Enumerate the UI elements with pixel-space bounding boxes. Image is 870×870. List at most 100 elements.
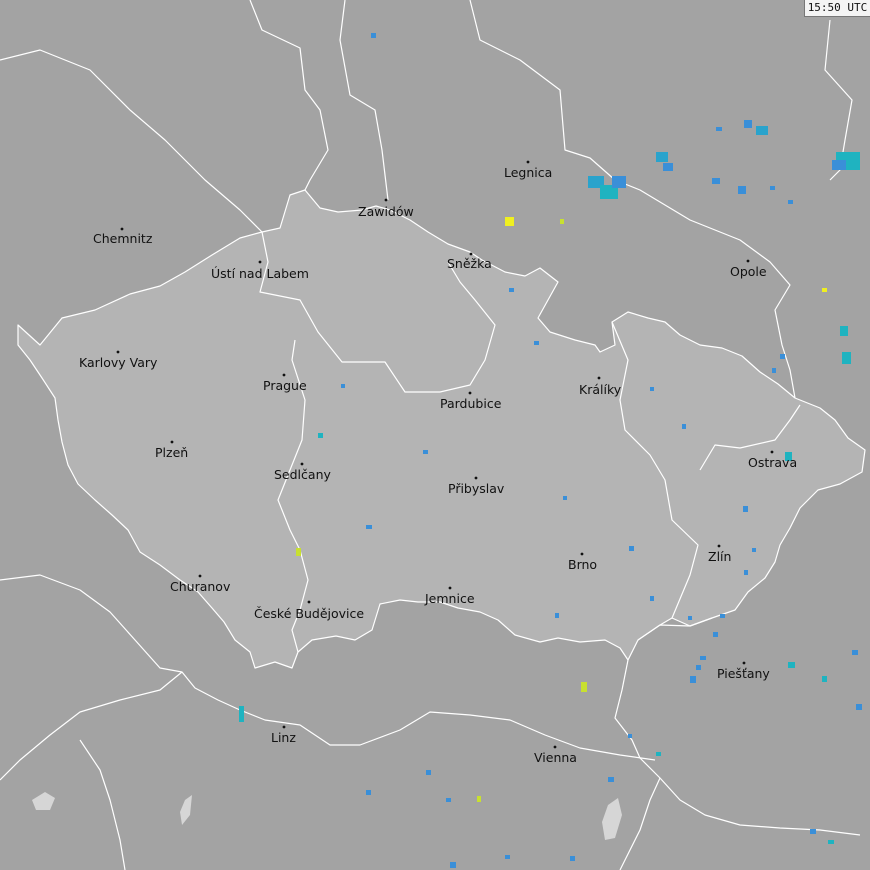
echo bbox=[570, 856, 575, 861]
city-label-piestany: Piešťany bbox=[717, 666, 770, 681]
echo bbox=[366, 525, 372, 529]
echo bbox=[690, 676, 696, 683]
echo bbox=[505, 855, 510, 859]
city-label-pribyslav: Přibyslav bbox=[448, 481, 505, 496]
echo bbox=[446, 798, 451, 802]
city-dot-vienna bbox=[553, 745, 557, 749]
city-dot-brno bbox=[580, 552, 584, 556]
echo bbox=[822, 288, 827, 292]
echo bbox=[318, 433, 323, 438]
echo bbox=[780, 354, 785, 359]
echo bbox=[423, 450, 428, 454]
city-label-churanov: Churanov bbox=[170, 579, 231, 594]
city-label-linz: Linz bbox=[271, 730, 296, 745]
echo bbox=[828, 840, 834, 844]
echo bbox=[628, 734, 632, 738]
city-dot-prague bbox=[282, 373, 286, 377]
city-label-pardubice: Pardubice bbox=[440, 396, 502, 411]
timestamp-label: 15:50 UTC bbox=[804, 0, 870, 17]
echo bbox=[713, 632, 718, 637]
city-label-karlovy-vary: Karlovy Vary bbox=[79, 355, 158, 370]
city-label-snezka: Sněžka bbox=[447, 256, 492, 271]
city-dot-chemnitz bbox=[120, 227, 124, 231]
city-dot-usti bbox=[258, 260, 262, 264]
echo bbox=[663, 163, 673, 171]
echo bbox=[720, 614, 725, 618]
echo bbox=[744, 120, 752, 128]
echo bbox=[700, 656, 706, 660]
echo bbox=[688, 616, 692, 620]
city-label-kraliky: Králíky bbox=[579, 382, 622, 397]
echo bbox=[563, 496, 567, 500]
city-label-prague: Prague bbox=[263, 378, 307, 393]
echo bbox=[840, 326, 848, 336]
echo bbox=[629, 546, 634, 551]
city-label-zawidow: Zawidów bbox=[358, 204, 414, 219]
city-label-ceske-budejovice: České Budějovice bbox=[254, 606, 364, 621]
weather-radar-map: Legnica Chemnitz Zawidów Ústí nad Labem … bbox=[0, 0, 870, 870]
echo bbox=[581, 682, 587, 692]
city-label-jemnice: Jemnice bbox=[424, 591, 475, 606]
echo bbox=[505, 217, 514, 226]
city-dot-opole bbox=[746, 259, 750, 263]
city-label-plzen: Plzeň bbox=[155, 445, 188, 460]
echo bbox=[534, 341, 539, 345]
city-label-vienna: Vienna bbox=[534, 750, 577, 765]
echo bbox=[842, 352, 851, 364]
echo bbox=[650, 387, 654, 391]
city-dot-churanov bbox=[198, 574, 202, 578]
city-label-usti: Ústí nad Labem bbox=[211, 266, 309, 281]
echo bbox=[239, 706, 244, 722]
echo bbox=[656, 152, 668, 162]
city-dot-jemnice bbox=[448, 586, 452, 590]
city-dot-ostrava bbox=[770, 450, 774, 454]
echo bbox=[712, 178, 720, 184]
city-label-legnica: Legnica bbox=[504, 165, 552, 180]
echo bbox=[612, 176, 626, 188]
echo bbox=[788, 662, 795, 668]
echo bbox=[756, 126, 768, 135]
echo bbox=[608, 777, 614, 782]
echo bbox=[450, 862, 456, 868]
echo bbox=[366, 790, 371, 795]
city-dot-piestany bbox=[742, 661, 746, 665]
echo bbox=[477, 796, 481, 802]
echo bbox=[341, 384, 345, 388]
echo bbox=[696, 665, 701, 670]
city-dot-ceske-budejovice bbox=[307, 600, 311, 604]
city-label-opole: Opole bbox=[730, 264, 767, 279]
echo bbox=[772, 368, 776, 373]
echo bbox=[371, 33, 376, 38]
echo bbox=[560, 219, 564, 224]
echo bbox=[822, 676, 827, 682]
echo bbox=[770, 186, 775, 190]
echo bbox=[744, 570, 748, 575]
echo bbox=[650, 596, 654, 601]
echo bbox=[555, 613, 559, 618]
echo bbox=[656, 752, 661, 756]
city-dot-sedlcany bbox=[300, 462, 304, 466]
city-dot-plzen bbox=[170, 440, 174, 444]
echo bbox=[682, 424, 686, 429]
echo bbox=[856, 704, 862, 710]
echo bbox=[788, 200, 793, 204]
echo bbox=[716, 127, 722, 131]
echo bbox=[832, 160, 846, 170]
city-label-ostrava: Ostrava bbox=[748, 455, 797, 470]
echo bbox=[296, 548, 301, 556]
echo bbox=[810, 829, 816, 834]
echo bbox=[743, 506, 748, 512]
city-dot-kraliky bbox=[597, 376, 601, 380]
echo bbox=[738, 186, 746, 194]
echo bbox=[852, 650, 858, 655]
city-label-sedlcany: Sedlčany bbox=[274, 467, 331, 482]
city-dot-zawidow bbox=[384, 198, 388, 202]
city-dot-pribyslav bbox=[474, 476, 478, 480]
city-dot-pardubice bbox=[468, 391, 472, 395]
echo bbox=[426, 770, 431, 775]
city-label-brno: Brno bbox=[568, 557, 597, 572]
city-dot-legnica bbox=[526, 160, 530, 164]
echo bbox=[752, 548, 756, 552]
city-dot-snezka bbox=[469, 252, 473, 256]
city-label-zlin: Zlín bbox=[708, 549, 731, 564]
